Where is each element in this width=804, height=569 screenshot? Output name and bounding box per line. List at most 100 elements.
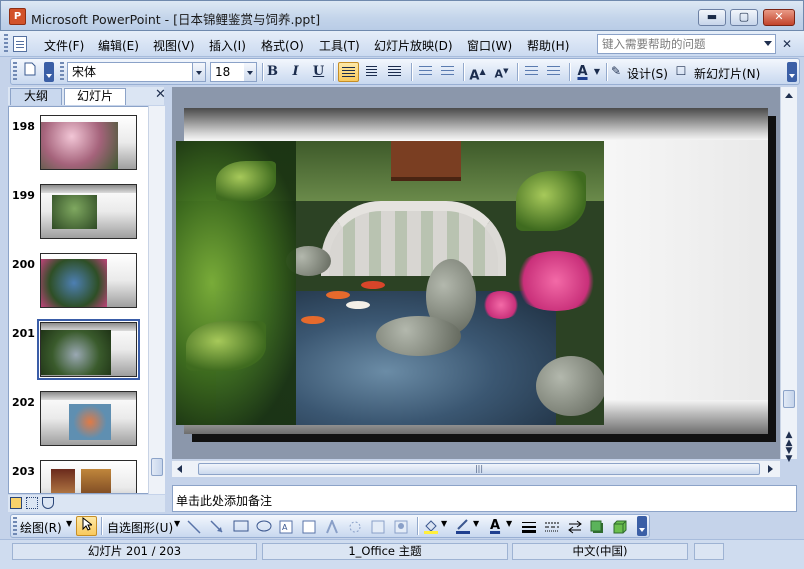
arrow-style-icon[interactable]	[567, 520, 583, 534]
horizontal-scroll-thumb[interactable]: |||	[198, 463, 760, 475]
toolbar-grip[interactable]	[13, 62, 17, 82]
thumbnail-image	[41, 259, 107, 307]
scroll-up-icon[interactable]	[785, 93, 793, 98]
font-size-select[interactable]: 18	[210, 62, 245, 82]
slide-photo-koi-pond[interactable]	[176, 141, 604, 425]
previous-slide-icon[interactable]: ▲ ▲	[784, 431, 794, 448]
shadow-style-icon[interactable]	[590, 520, 604, 534]
diagram-icon[interactable]	[348, 520, 362, 534]
new-slide-button[interactable]: 新幻灯片(N)	[694, 65, 760, 82]
maximize-button[interactable]: ▢	[730, 9, 758, 26]
slideshow-view-icon[interactable]	[42, 497, 54, 509]
slide-thumbnail[interactable]	[40, 460, 137, 493]
font-name-dropdown-icon[interactable]	[193, 62, 206, 82]
slide-scroll-thumb[interactable]	[783, 390, 795, 408]
scroll-right-icon[interactable]	[768, 465, 773, 473]
photo-koi	[301, 316, 325, 324]
fill-color-icon[interactable]	[423, 518, 439, 534]
decrease-font-button[interactable]: A▼	[491, 62, 512, 82]
line-color-icon[interactable]	[455, 518, 471, 534]
vertical-textbox-icon[interactable]	[302, 520, 316, 534]
photo-flowers	[481, 291, 521, 319]
line-style-icon[interactable]	[521, 520, 537, 534]
slide-horizontal-scrollbar[interactable]: |||	[172, 460, 780, 477]
arrow-icon[interactable]	[210, 520, 224, 534]
autoshapes-dropdown-icon[interactable]: ▼	[174, 519, 180, 528]
document-close-button[interactable]: ✕	[782, 37, 792, 51]
select-pointer-button[interactable]	[76, 516, 97, 536]
scroll-left-icon[interactable]	[177, 465, 182, 473]
underline-button[interactable]: U	[308, 62, 329, 82]
autoshapes-button[interactable]: 自选图形(U)	[107, 519, 173, 536]
increase-font-button[interactable]: A▲	[467, 62, 488, 83]
photo-koi	[326, 291, 350, 299]
draw-font-color-button[interactable]: A	[490, 518, 500, 533]
font-name-select[interactable]: 宋体	[67, 62, 193, 82]
notes-pane[interactable]: 单击此处添加备注	[172, 485, 797, 512]
numbering-button[interactable]	[415, 62, 436, 82]
next-slide-icon[interactable]: ▼ ▼	[784, 447, 794, 464]
menu-format[interactable]: 格式(O)	[261, 37, 304, 54]
bullets-button[interactable]	[437, 62, 458, 82]
align-right-button[interactable]	[384, 62, 405, 82]
menu-help[interactable]: 帮助(H)	[527, 37, 569, 54]
notes-placeholder[interactable]: 单击此处添加备注	[176, 492, 272, 509]
fill-color-dropdown-icon[interactable]: ▼	[441, 519, 447, 528]
align-left-button[interactable]	[338, 62, 359, 82]
help-search-input[interactable]: 键入需要帮助的问题	[597, 34, 776, 54]
rectangle-icon[interactable]	[233, 520, 249, 532]
align-center-button[interactable]	[361, 62, 382, 82]
toolbar-options-icon[interactable]	[44, 62, 54, 82]
menu-edit[interactable]: 编辑(E)	[98, 37, 139, 54]
menu-tools[interactable]: 工具(T)	[319, 37, 360, 54]
3d-style-icon[interactable]	[613, 520, 627, 534]
slide-vertical-scrollbar[interactable]: ▲ ▲ ▼ ▼	[780, 87, 797, 464]
font-color-button[interactable]: A	[572, 62, 593, 82]
menu-view[interactable]: 视图(V)	[153, 37, 195, 54]
italic-button[interactable]: I	[285, 62, 306, 82]
decrease-indent-button[interactable]	[521, 62, 542, 82]
thumbnail-scrollbar[interactable]	[148, 106, 165, 494]
document-icon[interactable]	[13, 36, 27, 52]
draw-menu-button[interactable]: 绘图(R)	[20, 519, 62, 536]
drawbar-overflow-icon[interactable]	[637, 516, 647, 536]
textbox-icon[interactable]: A	[279, 520, 293, 534]
pane-close-button[interactable]: ✕	[155, 87, 166, 102]
close-button[interactable]: ✕	[763, 9, 795, 26]
menu-grip[interactable]	[4, 34, 8, 54]
dash-style-icon[interactable]	[544, 520, 560, 534]
toolbar-overflow-icon[interactable]	[787, 62, 797, 82]
drawbar-grip[interactable]	[13, 517, 17, 537]
new-document-icon[interactable]	[19, 62, 40, 82]
clipart-icon[interactable]	[371, 520, 385, 534]
design-button[interactable]: 设计(S)	[627, 65, 668, 82]
slide-thumbnail[interactable]	[40, 184, 137, 239]
slide-thumbnail[interactable]	[40, 115, 137, 170]
toolbar-grip-2[interactable]	[60, 62, 64, 82]
slide-thumbnail[interactable]	[40, 253, 137, 308]
minimize-button[interactable]: ▬	[698, 9, 726, 26]
line-icon[interactable]	[187, 520, 201, 534]
menu-insert[interactable]: 插入(I)	[209, 37, 246, 54]
thumbnail-scroll-thumb[interactable]	[151, 458, 163, 476]
tab-outline[interactable]: 大纲	[10, 88, 62, 105]
menu-slideshow[interactable]: 幻灯片放映(D)	[374, 37, 453, 54]
draw-font-color-dropdown-icon[interactable]: ▼	[506, 519, 512, 528]
slide-thumbnail[interactable]	[40, 391, 137, 446]
increase-indent-button[interactable]	[543, 62, 564, 82]
slide-thumbnail-current[interactable]	[37, 319, 140, 380]
draw-dropdown-icon[interactable]: ▼	[66, 519, 72, 528]
bold-button[interactable]: B	[262, 62, 283, 82]
help-dropdown-icon[interactable]	[764, 41, 772, 46]
oval-icon[interactable]	[256, 520, 272, 532]
menu-file[interactable]: 文件(F)	[44, 37, 84, 54]
normal-view-icon[interactable]	[10, 497, 22, 509]
wordart-icon[interactable]	[325, 520, 339, 534]
sorter-view-icon[interactable]	[26, 497, 38, 509]
tab-slides[interactable]: 幻灯片	[64, 88, 126, 105]
line-color-dropdown-icon[interactable]: ▼	[473, 519, 479, 528]
menu-window[interactable]: 窗口(W)	[467, 37, 512, 54]
picture-icon[interactable]	[394, 520, 408, 534]
font-size-dropdown-icon[interactable]	[244, 62, 257, 82]
font-color-dropdown-icon[interactable]: ▼	[592, 62, 602, 82]
